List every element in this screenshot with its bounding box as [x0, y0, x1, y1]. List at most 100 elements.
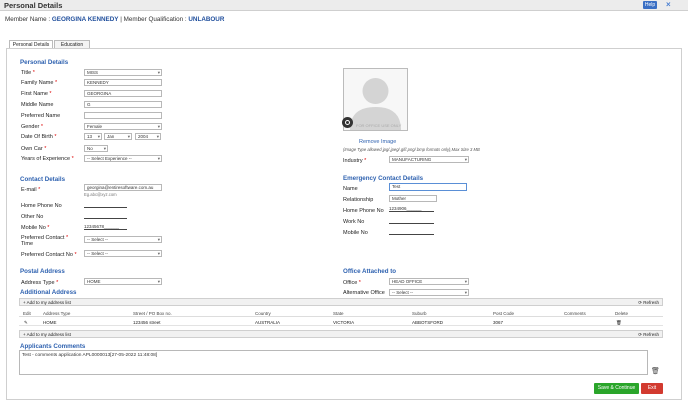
mobile-no-input[interactable]: 12345678______	[84, 223, 127, 230]
alt-office-select[interactable]: -- Select --	[389, 289, 469, 296]
add-address-button-bottom[interactable]: + Add to my address list	[23, 331, 71, 338]
alt-office-label: Alternative Office	[343, 290, 385, 296]
help-button[interactable]: Help	[643, 1, 657, 9]
row-state: VICTORIA	[333, 320, 355, 325]
member-qual: UNLABOUR	[188, 16, 225, 23]
exit-button[interactable]: Exit	[641, 383, 663, 394]
first-name-input[interactable]: GEORGINA	[84, 90, 162, 97]
comments-heading: Applicants Comments	[20, 343, 86, 350]
family-name-label: Family Name *	[21, 80, 58, 86]
gender-label: Gender *	[21, 124, 44, 130]
title-select[interactable]: MISS	[84, 69, 162, 76]
office-heading: Office Attached to	[343, 268, 397, 275]
dob-month-select[interactable]: Jan	[104, 133, 132, 140]
email-secondary: Eg.abc@xyz.com	[84, 192, 117, 197]
col-suburb: Suburb	[412, 311, 427, 316]
office-label: Office *	[343, 280, 361, 286]
remove-image-link[interactable]: Remove Image	[359, 139, 396, 145]
photo-watermark: FOR OFFICE USE ONLY	[356, 123, 402, 128]
row-suburb: ABBOTSFORD	[412, 320, 444, 325]
member-name-label: Member Name :	[5, 16, 51, 23]
refresh-button-bottom[interactable]: ⟳ Refresh	[638, 331, 659, 338]
experience-label: Years of Experience *	[21, 156, 74, 162]
avatar-placeholder-icon	[350, 78, 401, 130]
preferred-time-select[interactable]: -- Select --	[84, 236, 162, 243]
emergency-mobile-label: Mobile No	[343, 230, 368, 236]
preferred-contact-no-label: Preferred Contact No *	[21, 252, 77, 258]
close-icon[interactable]: ×	[666, 0, 671, 9]
own-car-select[interactable]: No	[84, 145, 108, 152]
col-comments: Comments	[564, 311, 586, 316]
relationship-label: Relationship	[343, 197, 374, 203]
address-grid-toolbar-bottom: + Add to my address list ⟳ Refresh	[19, 330, 663, 338]
member-summary: Member Name : GEORGINA KENNEDY | Member …	[5, 16, 224, 23]
dob-day-select[interactable]: 13	[84, 133, 102, 140]
preferred-contact-no-select[interactable]: -- Select --	[84, 250, 162, 257]
experience-select[interactable]: -- Select Experience --	[84, 155, 162, 162]
camera-icon[interactable]	[342, 117, 353, 128]
relationship-input[interactable]: Mother	[389, 195, 437, 202]
first-name-label: First Name *	[21, 91, 52, 97]
industry-select[interactable]: MANUFACTURING	[389, 156, 469, 163]
postal-heading: Postal Address	[20, 268, 65, 275]
col-edit: Edit	[23, 311, 31, 316]
image-hint: (Image Type allowed jpg/.jpeg/.gif/.png/…	[343, 147, 480, 152]
emergency-mobile-input[interactable]	[389, 228, 434, 235]
emergency-name-label: Name	[343, 186, 358, 192]
personal-details-heading: Personal Details	[20, 59, 69, 66]
emergency-home-label: Home Phone No	[343, 208, 384, 214]
table-row[interactable]: ✎ HOME 123456 street AUSTRALIA VICTORIA …	[19, 319, 663, 326]
col-address-type: Address Type	[43, 311, 71, 316]
mobile-no-label: Mobile No *	[21, 225, 50, 231]
work-no-label: Work No	[343, 219, 365, 225]
dob-label: Date Of Birth *	[21, 134, 57, 140]
emergency-heading: Emergency Contact Details	[343, 175, 424, 182]
window-titlebar: Personal Details Help ×	[0, 0, 688, 11]
dob-year-select[interactable]: 2004	[135, 133, 161, 140]
member-name: GEORGINA KENNEDY	[51, 16, 119, 23]
trash-icon[interactable]: 🗑	[616, 319, 622, 326]
refresh-button-top[interactable]: ⟳ Refresh	[638, 299, 659, 306]
col-post-code: Post Code	[493, 311, 515, 316]
address-grid-header: Edit Address Type Street / PO Box no. Co…	[19, 310, 663, 317]
row-country: AUSTRALIA	[255, 320, 281, 325]
other-no-label: Other No	[21, 214, 44, 220]
member-qual-label: | Member Qualification :	[120, 16, 187, 23]
email-input[interactable]: georgina@entiresoftware.com.au	[84, 184, 162, 191]
trash-icon[interactable]: 🗑	[651, 367, 660, 375]
additional-address-heading: Additional Address	[20, 289, 77, 296]
industry-label: Industry *	[343, 158, 367, 164]
col-state: State	[333, 311, 344, 316]
address-type-select[interactable]: HOME	[84, 278, 162, 285]
office-select[interactable]: HEAD OFFICE	[389, 278, 469, 285]
middle-name-input[interactable]: G	[84, 101, 162, 108]
comments-textarea[interactable]: Test - comments application APL0000013[2…	[19, 350, 648, 375]
col-country: Country	[255, 311, 271, 316]
preferred-time-label-2: Time	[21, 241, 34, 247]
address-type-label: Address Type *	[21, 280, 59, 286]
col-delete: Delete	[615, 311, 629, 316]
emergency-name-input[interactable]: Test	[389, 183, 467, 191]
emergency-home-input[interactable]: 1234906______	[389, 205, 434, 212]
add-address-button-top[interactable]: + Add to my address list	[23, 299, 71, 306]
own-car-label: Own Car *	[21, 146, 47, 152]
email-label: E-mail *	[21, 187, 41, 193]
row-post-code: 3067	[493, 320, 504, 325]
window-title: Personal Details	[4, 1, 63, 10]
other-no-input[interactable]	[84, 212, 127, 219]
address-grid-toolbar-top: + Add to my address list ⟳ Refresh	[19, 298, 663, 306]
preferred-name-label: Preferred Name	[21, 113, 61, 119]
work-no-input[interactable]	[389, 217, 434, 224]
row-address-type: HOME	[43, 320, 57, 325]
col-street: Street / PO Box no.	[133, 311, 172, 316]
preferred-name-input[interactable]	[84, 112, 162, 119]
pencil-icon[interactable]: ✎	[24, 319, 28, 326]
middle-name-label: Middle Name	[21, 102, 54, 108]
save-continue-button[interactable]: Save & Continue	[594, 383, 639, 394]
title-label: Title *	[21, 70, 35, 76]
contact-details-heading: Contact Details	[20, 176, 66, 183]
family-name-input[interactable]: KENNEDY	[84, 79, 162, 86]
gender-select[interactable]: Female	[84, 123, 162, 130]
row-street: 123456 street	[133, 320, 161, 325]
home-phone-input[interactable]	[84, 201, 127, 208]
